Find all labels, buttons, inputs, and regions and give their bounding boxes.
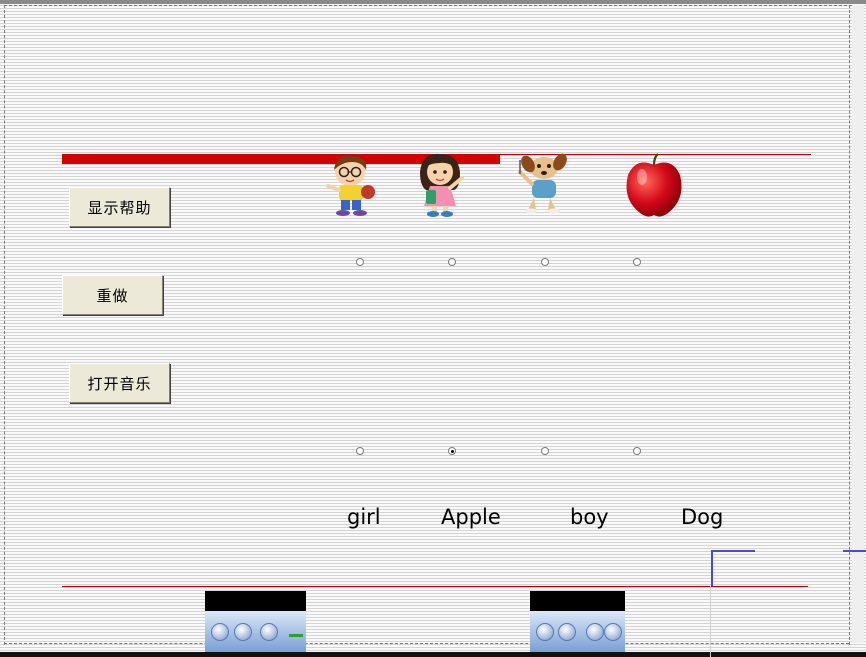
slide-border-top bbox=[4, 5, 862, 6]
media-player-1[interactable] bbox=[205, 591, 306, 652]
window-top-border bbox=[0, 0, 866, 4]
word-label-girl: girl bbox=[347, 505, 381, 529]
slide-border-right bbox=[849, 5, 850, 645]
play-icon[interactable] bbox=[211, 623, 229, 641]
apple-picture[interactable] bbox=[624, 153, 684, 219]
guide-line bbox=[710, 586, 711, 657]
radio-bottom-boy[interactable] bbox=[541, 447, 549, 455]
play-icon[interactable] bbox=[536, 623, 554, 641]
connector-line bbox=[711, 550, 713, 586]
boy-picture[interactable] bbox=[322, 150, 382, 218]
slide-border-bottom bbox=[4, 643, 849, 644]
redo-button[interactable]: 重做 bbox=[62, 275, 163, 315]
radio-bottom-apple[interactable] bbox=[448, 447, 456, 455]
player-screen bbox=[205, 591, 306, 611]
stop-icon[interactable] bbox=[558, 623, 576, 641]
radio-top-dog[interactable] bbox=[541, 258, 549, 266]
media-player-2[interactable] bbox=[530, 591, 625, 652]
radio-top-boy[interactable] bbox=[356, 258, 364, 266]
stop-icon[interactable] bbox=[234, 623, 252, 641]
word-label-apple: Apple bbox=[441, 505, 501, 529]
word-label-boy: boy bbox=[570, 505, 609, 529]
slide-border-left bbox=[4, 5, 5, 645]
radio-bottom-girl[interactable] bbox=[356, 447, 364, 455]
volume-icon[interactable] bbox=[260, 623, 278, 641]
connector-line bbox=[843, 550, 866, 552]
prev-icon[interactable] bbox=[586, 623, 604, 641]
next-icon[interactable] bbox=[604, 623, 622, 641]
player-controls bbox=[530, 611, 625, 652]
volume-slider[interactable] bbox=[289, 634, 303, 637]
vertical-scrollbar[interactable] bbox=[852, 5, 864, 643]
red-divider-bottom bbox=[62, 586, 808, 587]
girl-picture[interactable] bbox=[412, 150, 468, 218]
connector-line bbox=[711, 550, 755, 552]
player-controls bbox=[205, 611, 306, 652]
window-bottom-border bbox=[0, 652, 866, 657]
radio-top-girl[interactable] bbox=[448, 258, 456, 266]
show-help-button[interactable]: 显示帮助 bbox=[69, 187, 170, 227]
dog-picture[interactable] bbox=[514, 152, 574, 216]
open-music-button[interactable]: 打开音乐 bbox=[69, 363, 170, 403]
radio-bottom-dog[interactable] bbox=[633, 447, 641, 455]
word-label-dog: Dog bbox=[681, 505, 724, 529]
player-screen bbox=[530, 591, 625, 611]
radio-top-apple[interactable] bbox=[633, 258, 641, 266]
